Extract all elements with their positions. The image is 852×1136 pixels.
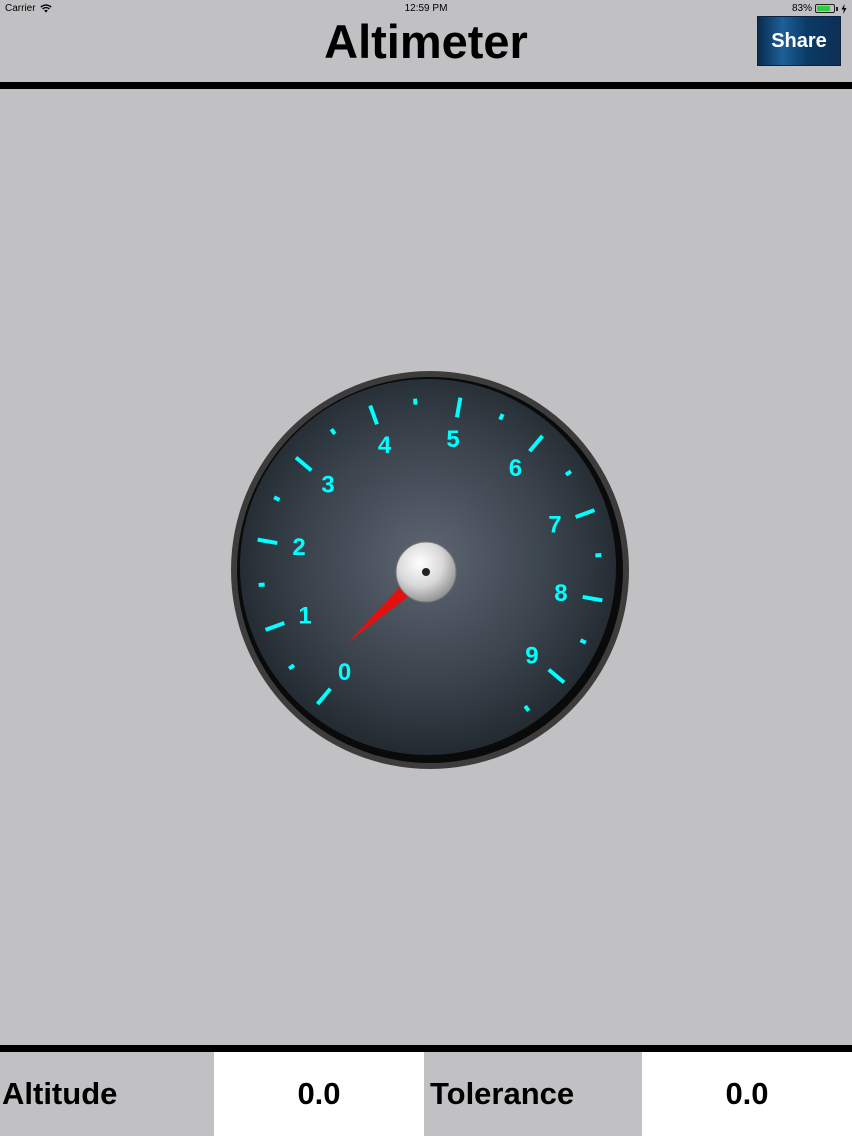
footer-divider [0,1045,852,1052]
altitude-label: Altitude [0,1052,214,1136]
gauge-scale-label: 8 [554,580,567,607]
gauge-hub-pin [422,568,430,576]
gauge-minor-tick [595,553,602,558]
share-button[interactable]: Share [757,16,841,66]
gauge-scale-label: 0 [338,659,351,686]
gauge-minor-tick [287,663,296,671]
header-divider [0,82,852,89]
page-title: Altimeter [324,15,528,68]
gauge-scale-label: 1 [298,602,311,629]
battery-icon [815,4,835,13]
battery-percent: 83% [791,3,812,14]
gauge-minor-tick [273,495,281,502]
tolerance-value[interactable]: 0.0 [642,1052,852,1136]
altitude-value[interactable]: 0.0 [214,1052,424,1136]
gauge-minor-tick [258,582,265,587]
gauge-minor-tick [579,638,587,645]
status-time: 12:59 PM [404,3,448,14]
status-right: 83% [792,3,847,14]
gauge-scale-label: 4 [378,432,392,459]
battery-tip [836,6,838,11]
gauge-scale-label: 3 [321,472,334,499]
gauge-minor-tick [564,469,573,477]
gauge-minor-tick [329,427,337,436]
gauge-scale-label: 5 [446,426,459,453]
altimeter-gauge: 0 1 2 3 4 5 6 7 8 9 [231,371,629,769]
gauge-minor-tick [413,398,418,405]
tolerance-label: Tolerance [424,1052,642,1136]
gauge-scale-label: 7 [548,512,561,539]
battery-level [817,6,831,11]
gauge-minor-tick [523,704,531,713]
gauge-scale-label: 9 [525,642,538,669]
charging-bolt-icon [841,3,847,14]
gauge-minor-tick [498,413,505,421]
readout-footer: Altitude 0.0 Tolerance 0.0 [0,1052,852,1136]
gauge-scale-label: 2 [292,534,305,561]
gauge-scale-label: 6 [509,455,522,482]
